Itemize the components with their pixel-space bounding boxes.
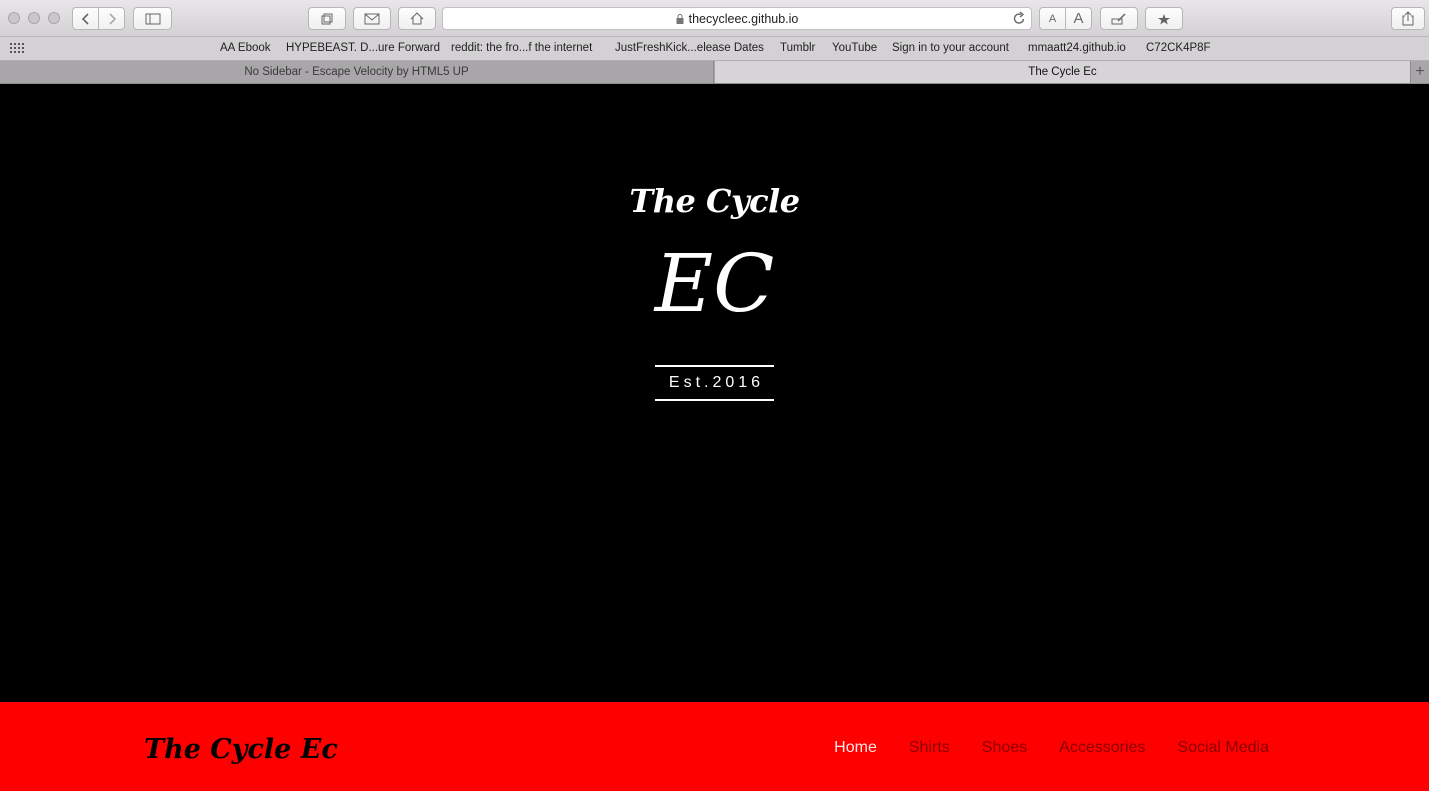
logo-title: The Cycle: [629, 182, 800, 220]
browser-toolbar: thecycleec.github.io A A: [0, 0, 1429, 37]
address-bar[interactable]: thecycleec.github.io: [442, 7, 1032, 30]
bookmark-item[interactable]: AA Ebook: [220, 42, 271, 54]
tab-label: No Sidebar - Escape Velocity by HTML5 UP: [244, 66, 469, 78]
nav-shirts[interactable]: Shirts: [909, 739, 950, 757]
share-icon: [1402, 11, 1414, 26]
tab-label: The Cycle Ec: [1028, 66, 1097, 78]
sidebar-icon: [145, 13, 160, 24]
markup-button[interactable]: [1100, 7, 1138, 30]
main-nav: Home Shirts Shoes Accessories Social Med…: [834, 739, 1269, 757]
established-text: Est.2016: [668, 374, 765, 391]
sidebar-toggle-button[interactable]: [133, 7, 172, 30]
small-a-icon: A: [1048, 12, 1057, 25]
zoom-window-button[interactable]: [48, 12, 60, 24]
grid-icon[interactable]: [10, 43, 25, 54]
bookmark-item[interactable]: reddit: the fro...f the internet: [451, 42, 592, 54]
bookmark-item[interactable]: JustFreshKick...elease Dates: [615, 42, 764, 54]
home-button[interactable]: [398, 7, 436, 30]
nav-home[interactable]: Home: [834, 739, 877, 757]
bookmark-item[interactable]: Sign in to your account: [892, 42, 1009, 54]
pen-icon: [1111, 12, 1126, 24]
bookmark-item[interactable]: C72CK4P8F: [1146, 42, 1211, 54]
lock-icon: [676, 13, 684, 24]
large-a-icon: A: [1073, 10, 1084, 27]
forward-button[interactable]: [98, 7, 125, 30]
star-icon: [1158, 13, 1170, 24]
hero-section: The Cycle EC Est.2016: [0, 84, 1429, 702]
logo-monogram: EC: [654, 237, 775, 330]
close-window-button[interactable]: [8, 12, 20, 24]
envelope-icon: [364, 13, 380, 24]
nav-social-media[interactable]: Social Media: [1177, 739, 1269, 757]
tab-bar: No Sidebar - Escape Velocity by HTML5 UP…: [0, 61, 1429, 84]
chevron-right-icon: [108, 12, 116, 25]
text-larger-button[interactable]: A: [1065, 7, 1092, 30]
established-badge: Est.2016: [655, 365, 774, 401]
share-button[interactable]: [1391, 7, 1425, 30]
bookmark-button[interactable]: [1145, 7, 1183, 30]
minimize-window-button[interactable]: [28, 12, 40, 24]
bookmark-item[interactable]: mmaatt24.github.io: [1028, 42, 1126, 54]
text-smaller-button[interactable]: A: [1039, 7, 1066, 30]
brand-logo[interactable]: The Cycle Ec: [144, 734, 338, 765]
tabs-icon: [321, 13, 333, 24]
chevron-left-icon: [81, 12, 89, 25]
reload-icon[interactable]: [1012, 11, 1026, 26]
url-text: thecycleec.github.io: [688, 11, 799, 26]
nav-shoes[interactable]: Shoes: [982, 739, 1027, 757]
plus-icon: +: [1415, 63, 1425, 80]
site-navbar: The Cycle Ec Home Shirts Shoes Accessori…: [0, 702, 1429, 791]
bookmark-item[interactable]: YouTube: [832, 42, 877, 54]
tab-the-cycle-ec[interactable]: The Cycle Ec: [715, 61, 1410, 83]
home-icon: [410, 12, 424, 25]
share-email-button[interactable]: [353, 7, 391, 30]
nav-accessories[interactable]: Accessories: [1059, 739, 1145, 757]
new-tab-button[interactable]: +: [1410, 61, 1429, 83]
back-button[interactable]: [72, 7, 99, 30]
bookmark-item[interactable]: HYPEBEAST. D...ure Forward: [286, 42, 440, 54]
bookmark-item[interactable]: Tumblr: [780, 42, 815, 54]
bookmarks-bar: AA Ebook HYPEBEAST. D...ure Forward redd…: [0, 37, 1429, 61]
show-all-tabs-button[interactable]: [308, 7, 346, 30]
tab-escape-velocity[interactable]: No Sidebar - Escape Velocity by HTML5 UP: [0, 61, 714, 83]
